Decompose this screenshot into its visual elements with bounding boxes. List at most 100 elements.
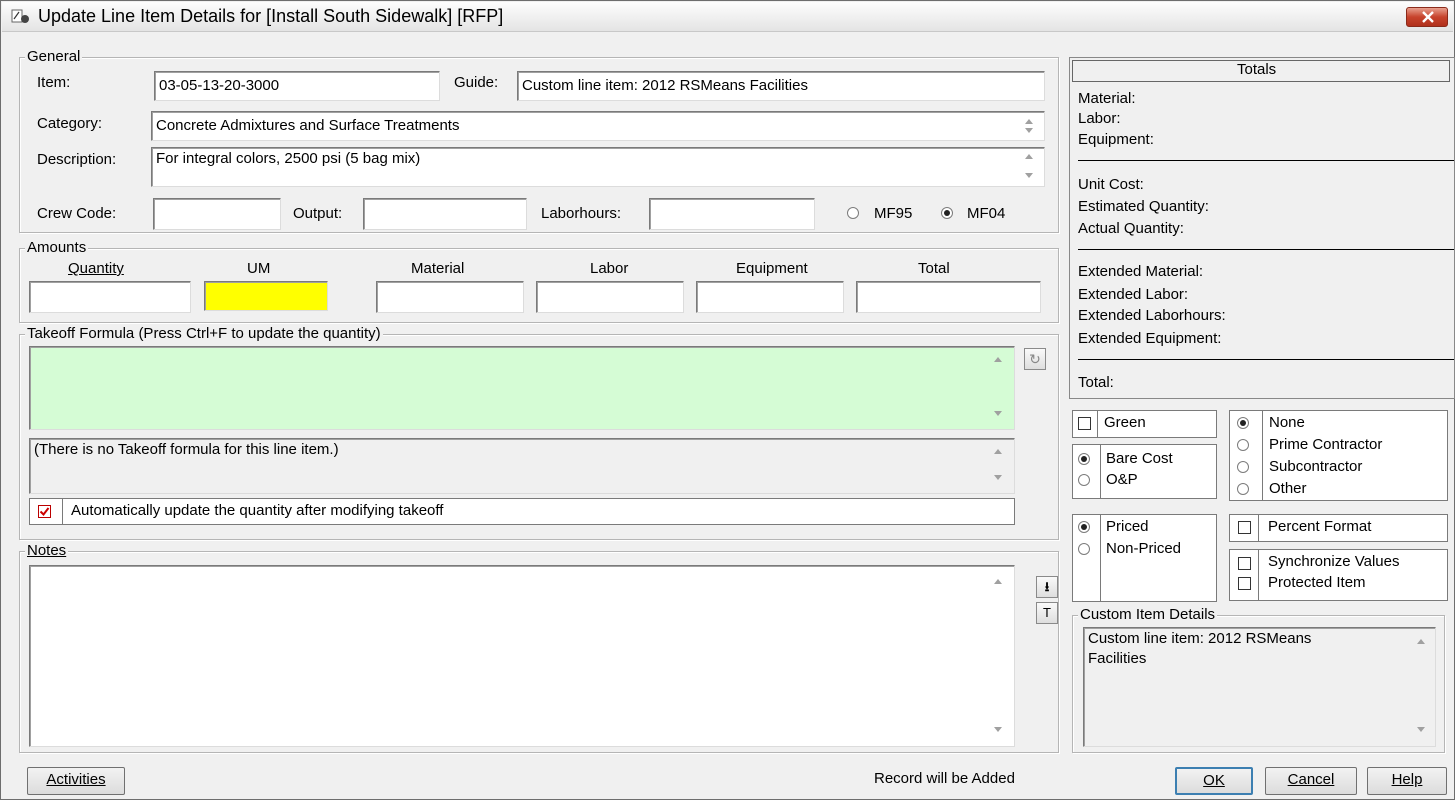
synchronize-label[interactable]: Synchronize Values	[1268, 553, 1399, 570]
totals-header: Totals	[1237, 61, 1277, 78]
labor-field[interactable]	[536, 281, 684, 313]
takeoff-message-scroll[interactable]	[991, 443, 1007, 489]
scroll-up-icon[interactable]	[1417, 639, 1425, 644]
contractor-sub-label[interactable]: Subcontractor	[1269, 458, 1362, 475]
scroll-down-icon[interactable]	[994, 727, 1002, 732]
refresh-quantity-button[interactable]: ↻	[1024, 348, 1046, 370]
scroll-down-icon[interactable]	[994, 475, 1002, 480]
percent-format-label[interactable]: Percent Format	[1268, 518, 1371, 535]
crew-code-field[interactable]	[153, 198, 281, 230]
divider	[1097, 411, 1098, 437]
guide-label: Guide:	[454, 74, 499, 91]
activities-label: Activities	[46, 771, 106, 788]
output-field[interactable]	[363, 198, 527, 230]
item-field[interactable]: 03-05-13-20-3000	[154, 71, 440, 101]
protected-label[interactable]: Protected Item	[1268, 574, 1366, 591]
update-line-item-dialog: Update Line Item Details for [Install So…	[0, 0, 1455, 800]
contractor-sub-radio[interactable]	[1237, 461, 1249, 473]
scroll-down-icon[interactable]	[1417, 727, 1425, 732]
cancel-button[interactable]: Cancel	[1265, 767, 1357, 795]
notes-field[interactable]	[29, 565, 1015, 747]
title-bar: Update Line Item Details for [Install So…	[2, 2, 1453, 32]
op-radio[interactable]	[1078, 474, 1090, 486]
divider	[1100, 515, 1101, 601]
close-button[interactable]	[1406, 7, 1448, 27]
labor-header: Labor	[590, 260, 629, 277]
laborhours-label: Laborhours:	[541, 205, 622, 222]
total-field[interactable]	[856, 281, 1041, 313]
activities-button[interactable]: Activities	[27, 767, 125, 795]
help-button[interactable]: Help	[1367, 767, 1447, 795]
close-icon	[1422, 11, 1434, 23]
equipment-field[interactable]	[696, 281, 844, 313]
text-format-button[interactable]: T	[1036, 602, 1058, 624]
material-header: Material	[411, 260, 465, 277]
percent-format-checkbox[interactable]	[1238, 521, 1251, 534]
equipment-header: Equipment	[736, 260, 808, 277]
category-field[interactable]: Concrete Admixtures and Surface Treatmen…	[151, 111, 1045, 141]
separator	[1078, 359, 1454, 360]
quantity-field[interactable]	[29, 281, 191, 313]
takeoff-formula-scroll[interactable]	[991, 351, 1007, 425]
grand-total-label: Total:	[1078, 374, 1114, 391]
separator	[1078, 249, 1454, 250]
scroll-up-icon[interactable]	[1025, 119, 1033, 124]
synchronize-checkbox[interactable]	[1238, 557, 1251, 570]
contractor-none-radio[interactable]	[1237, 417, 1249, 429]
protected-checkbox[interactable]	[1238, 577, 1251, 590]
takeoff-formula-field[interactable]	[29, 346, 1015, 430]
notes-scroll[interactable]	[991, 569, 1007, 743]
material-field[interactable]	[376, 281, 524, 313]
laborhours-field[interactable]	[649, 198, 815, 230]
unit-cost-label: Unit Cost:	[1078, 176, 1144, 193]
contractor-other-radio[interactable]	[1237, 483, 1249, 495]
scroll-up-icon[interactable]	[994, 579, 1002, 584]
scroll-down-icon[interactable]	[1025, 128, 1033, 133]
auto-update-checkbox[interactable]	[38, 505, 51, 518]
contractor-none-label[interactable]: None	[1269, 414, 1305, 431]
category-scroll[interactable]	[1022, 115, 1038, 139]
estimated-quantity-label: Estimated Quantity:	[1078, 198, 1209, 215]
scroll-up-icon[interactable]	[1025, 154, 1033, 159]
ok-button[interactable]: OK	[1175, 767, 1253, 795]
separator	[1078, 160, 1454, 161]
mf95-radio[interactable]	[847, 207, 859, 219]
insert-button[interactable]: ⭳	[1036, 576, 1058, 598]
op-label[interactable]: O&P	[1106, 471, 1138, 488]
app-icon	[11, 9, 29, 23]
auto-update-label[interactable]: Automatically update the quantity after …	[71, 502, 443, 519]
mf95-label[interactable]: MF95	[874, 205, 912, 222]
bare-cost-radio[interactable]	[1078, 453, 1090, 465]
contractor-prime-label[interactable]: Prime Contractor	[1269, 436, 1382, 453]
takeoff-message-box: (There is no Takeoff formula for this li…	[29, 438, 1015, 494]
non-priced-radio[interactable]	[1078, 543, 1090, 555]
priced-label[interactable]: Priced	[1106, 518, 1149, 535]
green-label[interactable]: Green	[1104, 414, 1146, 431]
scroll-up-icon[interactable]	[994, 357, 1002, 362]
description-scroll[interactable]	[1022, 151, 1038, 183]
guide-field[interactable]: Custom line item: 2012 RSMeans Facilitie…	[517, 71, 1045, 101]
checkmark-icon	[39, 507, 50, 517]
scroll-down-icon[interactable]	[1025, 173, 1033, 178]
non-priced-label[interactable]: Non-Priced	[1106, 540, 1181, 557]
mf04-label[interactable]: MF04	[967, 205, 1005, 222]
description-field[interactable]: For integral colors, 2500 psi (5 bag mix…	[151, 147, 1045, 187]
total-material-label: Material:	[1078, 90, 1136, 107]
extended-labor-label: Extended Labor:	[1078, 286, 1189, 303]
scroll-up-icon[interactable]	[994, 449, 1002, 454]
custom-item-scroll[interactable]	[1414, 631, 1430, 743]
category-label: Category:	[37, 115, 103, 132]
priced-radio[interactable]	[1078, 521, 1090, 533]
notes-group-label: Notes	[25, 542, 69, 560]
scroll-down-icon[interactable]	[994, 411, 1002, 416]
bare-cost-label[interactable]: Bare Cost	[1106, 450, 1173, 467]
takeoff-group-label: Takeoff Formula (Press Ctrl+F to update …	[25, 325, 383, 343]
total-labor-label: Labor:	[1078, 110, 1121, 127]
mf04-radio[interactable]	[941, 207, 953, 219]
contractor-prime-radio[interactable]	[1237, 439, 1249, 451]
ok-label: OK	[1203, 772, 1225, 789]
refresh-icon: ↻	[1029, 351, 1041, 367]
green-checkbox[interactable]	[1078, 417, 1091, 430]
contractor-other-label[interactable]: Other	[1269, 480, 1307, 497]
um-field[interactable]	[204, 281, 328, 311]
